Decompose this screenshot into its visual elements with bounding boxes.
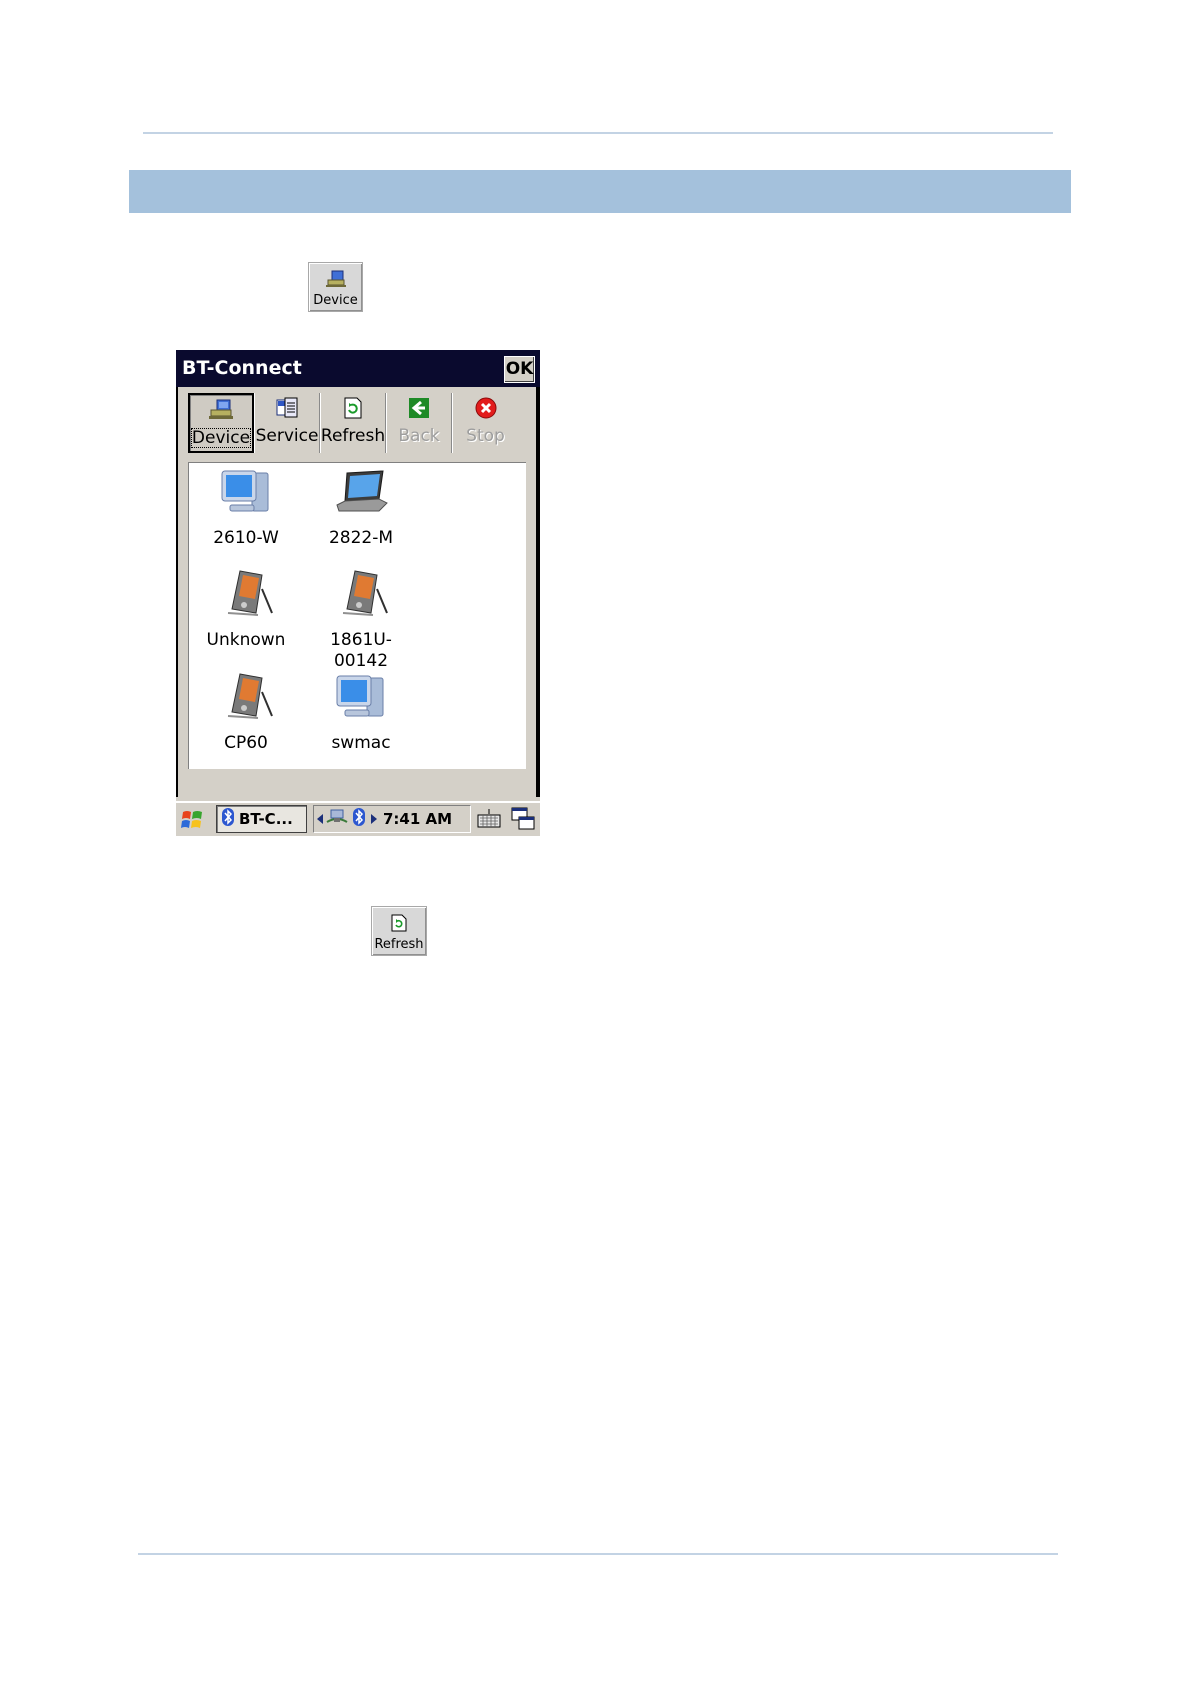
- toolbar-stop-button[interactable]: Stop: [452, 393, 518, 453]
- device-name: 2610-W: [213, 528, 279, 548]
- back-arrow-icon: [406, 397, 432, 424]
- desktop-computer-icon: [333, 672, 389, 729]
- device-name: Unknown: [206, 630, 286, 650]
- inline-refresh-label: Refresh: [374, 937, 424, 952]
- bt-connect-window: BT-Connect OK Device Service Refresh Bac…: [176, 350, 540, 835]
- list-item-device[interactable]: Unknown: [191, 569, 301, 651]
- toolbar-refresh-button[interactable]: Refresh: [320, 393, 386, 453]
- list-item-device[interactable]: 2610-W: [191, 467, 301, 549]
- window-titlebar: BT-Connect OK: [176, 350, 540, 387]
- device-name: CP60: [224, 733, 268, 753]
- footer-rule: [138, 1553, 1058, 1555]
- desktop-computer-icon: [218, 467, 274, 524]
- toolbar-device-button[interactable]: Device: [188, 393, 254, 453]
- window-body: Device Service Refresh Back Stop 2610-W …: [178, 387, 536, 797]
- toolbar-service-button[interactable]: Service: [254, 393, 320, 453]
- inline-device-button: Device: [308, 262, 363, 312]
- device-name: swmac: [331, 733, 391, 753]
- toolbar-back-button[interactable]: Back: [386, 393, 452, 453]
- device-list: 2610-W 2822-M Unknown 1861U- 00142 CP60 …: [188, 462, 526, 769]
- list-item-device[interactable]: CP60: [191, 672, 301, 754]
- system-tray: 7:41 AM: [313, 805, 471, 833]
- refresh-icon: [389, 914, 409, 936]
- bluetooth-icon: [221, 807, 235, 831]
- clock: 7:41 AM: [383, 810, 453, 828]
- taskbar: BT-C... 7:41 AM: [176, 801, 540, 836]
- left-arrow-icon[interactable]: [317, 810, 323, 828]
- device-icon: [208, 399, 234, 426]
- toolbar-device-label: Device: [190, 428, 252, 448]
- inline-refresh-button: Refresh: [371, 906, 427, 956]
- device-name: 2822-M: [328, 528, 394, 548]
- right-arrow-icon[interactable]: [371, 810, 377, 828]
- list-item-device[interactable]: 1861U- 00142: [306, 569, 416, 672]
- toolbar-back-label: Back: [398, 426, 440, 446]
- device-name-line1: 1861U-: [330, 630, 392, 650]
- service-icon: [274, 397, 300, 424]
- inline-device-label: Device: [313, 293, 358, 308]
- header-rule: [143, 132, 1053, 134]
- taskbar-task-label: BT-C...: [239, 810, 293, 828]
- pda-icon: [333, 569, 389, 626]
- refresh-icon: [340, 397, 366, 424]
- bluetooth-icon[interactable]: [352, 807, 366, 831]
- device-name-line2: 00142: [333, 651, 389, 671]
- toolbar-stop-label: Stop: [466, 426, 505, 446]
- ok-button[interactable]: OK: [504, 356, 535, 383]
- switch-windows-icon[interactable]: [510, 806, 536, 832]
- keyboard-icon[interactable]: [476, 807, 502, 831]
- device-icon: [325, 270, 347, 292]
- start-windows-logo-icon[interactable]: [180, 807, 206, 833]
- list-item-device[interactable]: swmac: [306, 672, 416, 754]
- section-heading-band: [129, 170, 1071, 213]
- pda-icon: [218, 672, 274, 729]
- stop-icon: [473, 397, 499, 424]
- laptop-icon: [333, 467, 389, 524]
- taskbar-bt-connect-task[interactable]: BT-C...: [216, 805, 307, 833]
- toolbar: Device Service Refresh Back Stop: [188, 393, 518, 453]
- pda-icon: [218, 569, 274, 626]
- toolbar-service-label: Service: [255, 426, 319, 446]
- network-icon[interactable]: [325, 808, 349, 830]
- window-title: BT-Connect: [182, 357, 302, 379]
- list-item-device[interactable]: 2822-M: [306, 467, 416, 549]
- toolbar-refresh-label: Refresh: [320, 426, 386, 446]
